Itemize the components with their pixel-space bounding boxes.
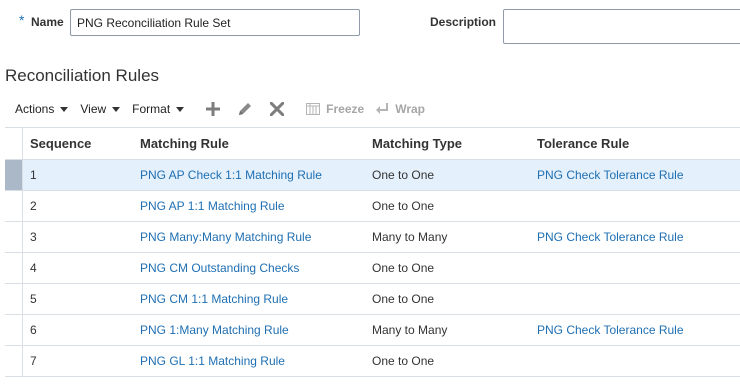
table-header-row: Sequence Matching Rule Matching Type Tol… (5, 128, 740, 160)
actions-menu-label: Actions (15, 102, 55, 116)
row-selector[interactable] (5, 346, 23, 376)
matching-rule-link[interactable]: PNG CM 1:1 Matching Rule (140, 292, 288, 306)
wrap-label: Wrap (395, 102, 425, 116)
matching-type-cell: One to One (372, 292, 435, 306)
row-selector[interactable] (5, 160, 23, 190)
view-menu[interactable]: View (80, 102, 121, 116)
matching-rule-link[interactable]: PNG 1:Many Matching Rule (140, 323, 289, 337)
actions-menu[interactable]: Actions (15, 102, 69, 116)
view-menu-label: View (80, 102, 107, 116)
freeze-columns-icon (306, 103, 321, 115)
edit-row-button[interactable] (234, 99, 256, 119)
table-row[interactable]: 6 PNG 1:Many Matching Rule Many to Many … (5, 315, 740, 346)
description-input[interactable] (503, 9, 740, 44)
reconciliation-rules-table: Sequence Matching Rule Matching Type Tol… (5, 127, 740, 377)
matching-type-cell: One to One (372, 199, 435, 213)
matching-type-cell: One to One (372, 168, 435, 182)
table-row[interactable]: 2 PNG AP 1:1 Matching Rule One to One (5, 191, 740, 222)
name-label: Name (31, 15, 64, 29)
column-header-matching-rule[interactable]: Matching Rule (140, 136, 229, 151)
table-toolbar: Actions View Format Freeze Wrap (15, 99, 425, 119)
row-selector-header (5, 128, 23, 159)
matching-rule-link[interactable]: PNG Many:Many Matching Rule (140, 230, 311, 244)
table-row[interactable]: 1 PNG AP Check 1:1 Matching Rule One to … (5, 160, 740, 191)
column-header-matching-type[interactable]: Matching Type (372, 136, 462, 151)
column-header-sequence[interactable]: Sequence (30, 136, 91, 151)
tolerance-rule-link[interactable]: PNG Check Tolerance Rule (537, 323, 684, 337)
wrap-button[interactable]: Wrap (376, 102, 425, 116)
table-row[interactable]: 4 PNG CM Outstanding Checks One to One (5, 253, 740, 284)
name-input[interactable] (70, 9, 360, 36)
freeze-label: Freeze (326, 102, 365, 116)
sequence-cell: 3 (30, 230, 37, 244)
matching-rule-link[interactable]: PNG CM Outstanding Checks (140, 261, 299, 275)
row-selector[interactable] (5, 315, 23, 345)
table-row[interactable]: 7 PNG GL 1:1 Matching Rule One to One (5, 346, 740, 377)
matching-rule-link[interactable]: PNG AP 1:1 Matching Rule (140, 199, 285, 213)
add-row-button[interactable] (202, 99, 224, 119)
format-menu[interactable]: Format (132, 102, 185, 116)
row-selector[interactable] (5, 222, 23, 252)
sequence-cell: 5 (30, 292, 37, 306)
chevron-down-icon (176, 106, 185, 112)
plus-icon (206, 102, 221, 116)
sequence-cell: 2 (30, 199, 37, 213)
description-label: Description (430, 15, 497, 29)
row-selector[interactable] (5, 284, 23, 314)
chevron-down-icon (112, 106, 121, 112)
format-menu-label: Format (132, 102, 171, 116)
sequence-cell: 4 (30, 261, 37, 275)
matching-type-cell: One to One (372, 354, 435, 368)
row-selector[interactable] (5, 253, 23, 283)
wrap-icon (376, 103, 389, 114)
sequence-cell: 1 (30, 168, 37, 182)
matching-type-cell: One to One (372, 261, 435, 275)
matching-rule-link[interactable]: PNG GL 1:1 Matching Rule (140, 354, 285, 368)
row-selector[interactable] (5, 191, 23, 221)
table-row[interactable]: 5 PNG CM 1:1 Matching Rule One to One (5, 284, 740, 315)
tolerance-rule-link[interactable]: PNG Check Tolerance Rule (537, 230, 684, 244)
delete-row-button[interactable] (266, 99, 288, 119)
column-header-tolerance-rule[interactable]: Tolerance Rule (537, 136, 629, 151)
matching-type-cell: Many to Many (372, 323, 448, 337)
freeze-button[interactable]: Freeze (306, 102, 364, 116)
matching-type-cell: Many to Many (372, 230, 448, 244)
table-row[interactable]: 3 PNG Many:Many Matching Rule Many to Ma… (5, 222, 740, 253)
matching-rule-link[interactable]: PNG AP Check 1:1 Matching Rule (140, 168, 322, 182)
tolerance-rule-link[interactable]: PNG Check Tolerance Rule (537, 168, 684, 182)
chevron-down-icon (60, 106, 69, 112)
sequence-cell: 6 (30, 323, 37, 337)
section-title: Reconciliation Rules (5, 66, 160, 85)
sequence-cell: 7 (30, 354, 37, 368)
pencil-icon (239, 103, 252, 115)
required-marker: * (19, 12, 25, 28)
close-icon (270, 102, 285, 116)
